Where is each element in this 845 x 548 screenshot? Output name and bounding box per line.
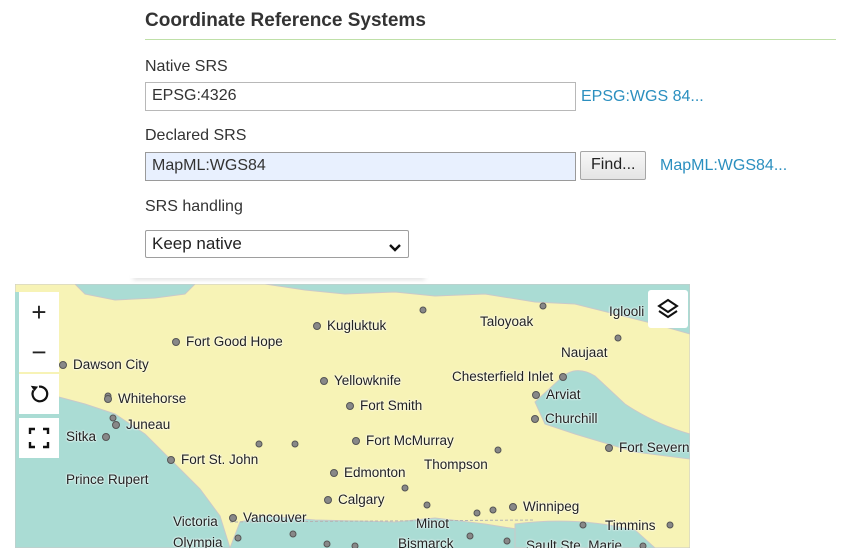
zoom-out-button[interactable]: − bbox=[19, 332, 59, 372]
city-label: Sitka bbox=[66, 429, 111, 444]
city-label: Iglooli bbox=[609, 304, 645, 319]
city-label: Churchill bbox=[531, 411, 598, 426]
find-button[interactable]: Find... bbox=[580, 151, 647, 180]
city-label: Edmonton bbox=[330, 465, 406, 480]
chevron-down-icon bbox=[388, 238, 402, 258]
map-view[interactable]: Fort Good Hope Kugluktuk Taloyoak Iglool… bbox=[15, 284, 690, 548]
declared-srs-label: Declared SRS bbox=[145, 127, 247, 144]
city-label: Chesterfield Inlet bbox=[452, 369, 568, 384]
city-label: Fort Severn bbox=[605, 440, 690, 455]
city-label: Thompson bbox=[424, 457, 488, 472]
fullscreen-button[interactable] bbox=[19, 418, 59, 458]
city-label: Fort St. John bbox=[167, 452, 258, 467]
city-label: Minot bbox=[416, 516, 450, 531]
city-label: Arviat bbox=[532, 387, 581, 402]
city-label: Timmins bbox=[605, 518, 656, 533]
city-label: Calgary bbox=[324, 492, 385, 507]
reload-icon bbox=[30, 385, 49, 403]
city-label: Bismarck bbox=[398, 536, 454, 548]
city-label: Yellowknife bbox=[320, 373, 401, 388]
city-label: Sault Ste. Marie bbox=[526, 538, 623, 548]
declared-srs-field[interactable]: MapML:WGS84 bbox=[145, 152, 576, 181]
reload-button[interactable] bbox=[19, 374, 59, 414]
fullscreen-icon bbox=[28, 427, 50, 449]
city-label: Fort McMurray bbox=[352, 433, 454, 448]
city-label: Olympia bbox=[173, 535, 223, 548]
section-title: Coordinate Reference Systems bbox=[145, 10, 426, 31]
srs-handling-label: SRS handling bbox=[145, 198, 243, 215]
layers-icon bbox=[657, 298, 679, 319]
city-label: Juneau bbox=[112, 417, 170, 432]
city-label: Fort Good Hope bbox=[172, 334, 283, 349]
native-srs-label: Native SRS bbox=[145, 58, 228, 75]
city-label: Whitehorse bbox=[104, 391, 186, 406]
panel-shadow bbox=[130, 270, 428, 278]
srs-handling-selected: Keep native bbox=[152, 234, 242, 253]
city-label: Naujaat bbox=[561, 345, 608, 360]
declared-srs-link[interactable]: MapML:WGS84... bbox=[660, 157, 787, 175]
native-srs-field[interactable]: EPSG:4326 bbox=[145, 82, 576, 111]
srs-handling-select[interactable]: Keep native bbox=[145, 230, 409, 258]
zoom-in-button[interactable]: + bbox=[19, 292, 59, 332]
city-label: Kugluktuk bbox=[313, 318, 386, 333]
city-label: Fort Smith bbox=[346, 398, 422, 413]
city-label: Taloyoak bbox=[480, 314, 534, 329]
layers-button[interactable] bbox=[648, 290, 688, 328]
native-srs-link[interactable]: EPSG:WGS 84... bbox=[581, 88, 704, 106]
city-label: Vancouver bbox=[229, 510, 307, 525]
city-label: Prince Rupert bbox=[66, 472, 149, 487]
section-divider bbox=[145, 39, 836, 40]
city-label: Winnipeg bbox=[509, 499, 579, 514]
city-label: Victoria bbox=[173, 514, 218, 529]
city-label: Dawson City bbox=[59, 357, 149, 372]
